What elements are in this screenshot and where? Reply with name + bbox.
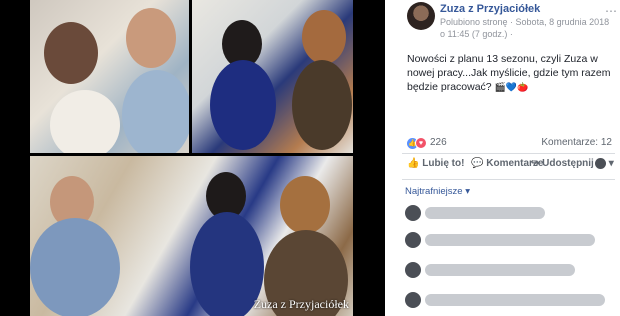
photo-top-left: [30, 0, 189, 153]
person-body: [210, 60, 276, 150]
person-head: [302, 10, 346, 64]
share-button[interactable]: ↪ Udostępnij: [531, 158, 594, 169]
like-label: Lubię to!: [422, 158, 465, 169]
person-body: [122, 70, 189, 153]
comment-sort-dropdown[interactable]: Najtrafniejsze ▾: [405, 186, 470, 197]
comment-bubble: [425, 264, 575, 276]
reaction-count[interactable]: 226: [430, 137, 447, 148]
reaction-summary[interactable]: 👍 ♥ 226 Komentarze: 12: [407, 137, 612, 151]
thumbs-up-icon: 👍: [407, 158, 420, 169]
comment-bubble: [425, 234, 595, 246]
more-options-icon[interactable]: ⋯: [605, 4, 617, 18]
comment-item: [405, 292, 615, 312]
love-reaction-icon: ♥: [415, 137, 427, 149]
commenter-avatar[interactable]: [405, 292, 421, 308]
comment-item: [405, 205, 615, 225]
avatar-small-icon: [595, 158, 606, 169]
person-head: [126, 8, 176, 68]
person-head: [44, 22, 98, 84]
comment-bubble: [425, 207, 545, 219]
photo-bottom: Zuza z Przyjaciółek: [30, 156, 353, 316]
speech-bubble-icon: 💬: [471, 158, 484, 169]
person-body: [292, 60, 352, 150]
divider: [402, 179, 615, 180]
photo-watermark: Zuza z Przyjaciółek: [253, 297, 349, 311]
chevron-down-icon: ▾: [608, 158, 614, 170]
person-body: [30, 218, 120, 316]
audience-selector[interactable]: ▾: [595, 158, 614, 169]
commenter-avatar[interactable]: [405, 262, 421, 278]
page-name-link[interactable]: Zuza z Przyjaciółek: [440, 3, 540, 15]
like-button[interactable]: 👍 Lubię to!: [407, 158, 464, 169]
post-photo-collage[interactable]: Zuza z Przyjaciółek: [0, 0, 385, 316]
share-arrow-icon: ↪: [531, 158, 540, 169]
comment-bubble: [425, 294, 605, 306]
photo-top-right: [192, 0, 353, 153]
commenter-avatar[interactable]: [405, 205, 421, 221]
page-avatar[interactable]: [407, 2, 435, 30]
comment-item: [405, 262, 615, 282]
post-text: Nowości z planu 13 sezonu, czyli Zuza w …: [407, 52, 611, 94]
comments-count-link[interactable]: Komentarze: 12: [541, 137, 612, 148]
person-body: [50, 90, 120, 153]
person-head: [280, 176, 330, 234]
divider: [402, 153, 615, 154]
commenter-avatar[interactable]: [405, 232, 421, 248]
share-label: Udostępnij: [542, 158, 594, 169]
post-meta: Polubiono stronę · Sobota, 8 grudnia 201…: [440, 17, 610, 39]
post-emojis: 🎬💙🍅: [494, 82, 529, 92]
comment-item: [405, 232, 615, 252]
post-actions: 👍 Lubię to! 💬 Komentarze ↪ Udostępnij ▾: [405, 158, 617, 176]
